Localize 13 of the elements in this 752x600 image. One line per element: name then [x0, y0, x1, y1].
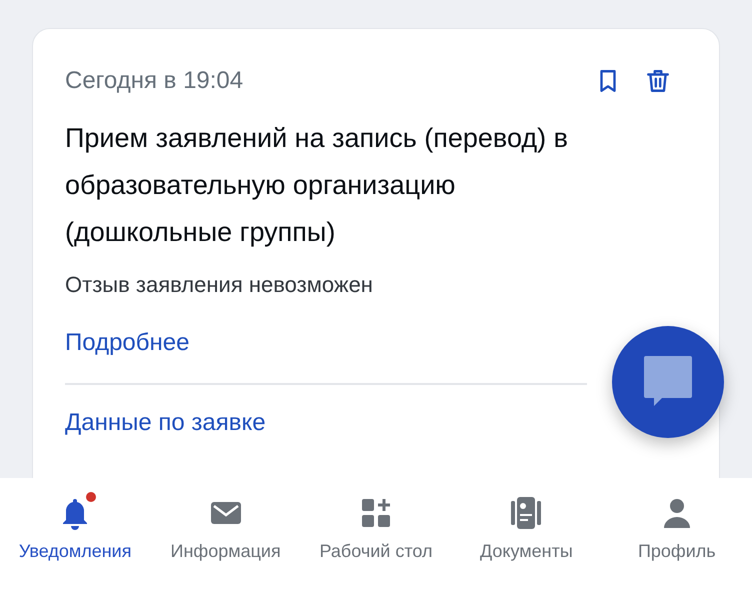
details-link[interactable]: Данные по заявке [65, 405, 266, 441]
nav-tab[interactable]: Рабочий стол [300, 496, 452, 600]
document-icon [509, 496, 544, 530]
notification-date: Сегодня в 19:04 [65, 66, 244, 96]
details-link[interactable]: Подробнее [65, 325, 190, 361]
nav-tab[interactable]: Уведомления [0, 496, 150, 600]
nav-tab[interactable]: Информация [150, 496, 301, 600]
status-text: Отзыв заявления невозможен [65, 271, 374, 299]
nav-tab[interactable]: Документы [451, 496, 602, 600]
nav-tab[interactable]: Профиль [602, 496, 752, 600]
chat-icon [644, 356, 692, 408]
notification-title: Прием заявлений на запись (перевод) в образовательную организацию (дошкольные группы) [65, 122, 569, 249]
trash-icon[interactable] [645, 68, 671, 94]
